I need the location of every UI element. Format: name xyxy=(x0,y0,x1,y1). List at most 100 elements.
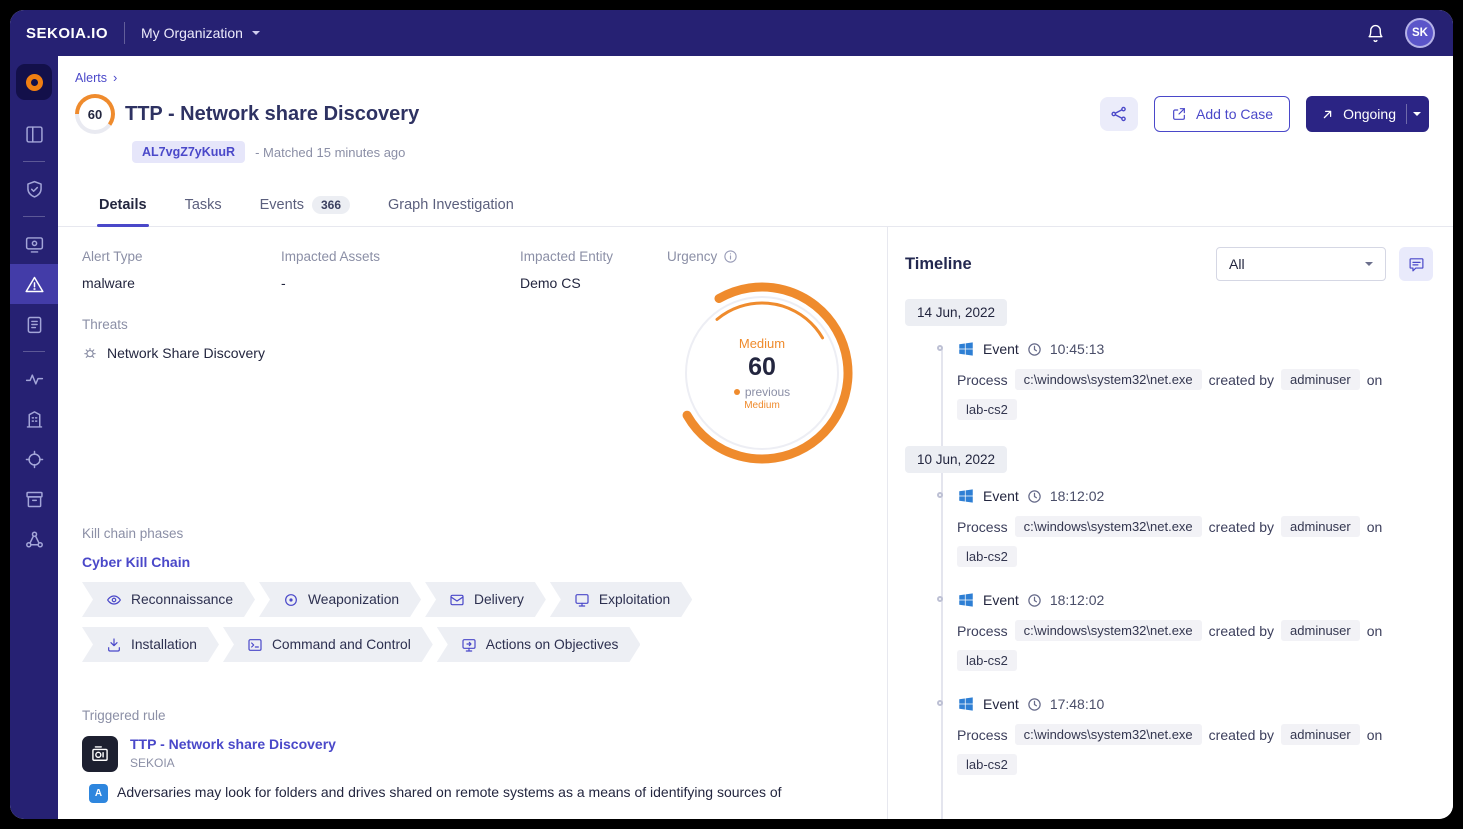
process-path-chip[interactable]: c:\windows\system32\net.exe xyxy=(1015,724,1202,745)
timeline-dot xyxy=(937,345,943,351)
status-label: Ongoing xyxy=(1343,106,1396,122)
timeline-filter-value: All xyxy=(1229,256,1245,272)
alert-id-badge[interactable]: AL7vgZ7yKuuR xyxy=(132,141,245,163)
org-selector[interactable]: My Organization xyxy=(141,25,260,41)
phase-chip-weaponization[interactable]: Weaponization xyxy=(259,582,421,617)
sidebar-item-cases[interactable] xyxy=(10,304,58,344)
sidebar-item-dashboard[interactable] xyxy=(10,114,58,154)
timeline-filter-select[interactable]: All xyxy=(1216,247,1386,281)
tab-details[interactable]: Details xyxy=(97,187,149,226)
rule-source: SEKOIA xyxy=(130,756,336,770)
phase-label: Delivery xyxy=(474,592,524,607)
breadcrumb-alerts-link[interactable]: Alerts xyxy=(75,71,107,85)
info-icon[interactable] xyxy=(723,249,738,264)
timeline-body: 14 Jun, 2022 Event 10:45:13 xyxy=(905,297,1433,775)
process-label: Process xyxy=(957,372,1008,388)
activity-pulse-icon xyxy=(24,369,45,390)
sidebar-item-organization[interactable] xyxy=(10,399,58,439)
chevron-down-icon[interactable] xyxy=(1413,112,1421,120)
phase-chip-installation[interactable]: Installation xyxy=(82,627,219,662)
event-label: Event xyxy=(983,488,1019,504)
process-label: Process xyxy=(957,623,1008,639)
status-button[interactable]: Ongoing xyxy=(1306,96,1429,132)
tab-tasks[interactable]: Tasks xyxy=(183,187,224,226)
tab-graph-investigation[interactable]: Graph Investigation xyxy=(386,187,516,226)
windows-icon xyxy=(957,591,975,609)
main-area: Alerts › 60 TTP - Network share Discover… xyxy=(58,56,1453,819)
malware-icon xyxy=(82,345,98,361)
windows-icon xyxy=(957,695,975,713)
topbar: SEKOIA.IO My Organization SK xyxy=(10,10,1453,56)
timeline-dot xyxy=(937,492,943,498)
graph-view-button[interactable] xyxy=(1100,97,1138,131)
phase-chip-actions-on-objectives[interactable]: Actions on Objectives xyxy=(437,627,641,662)
phase-chip-exploitation[interactable]: Exploitation xyxy=(550,582,692,617)
phase-label: Command and Control xyxy=(272,637,411,652)
rule-description: Adversaries may look for folders and dri… xyxy=(117,782,782,802)
phase-chip-reconnaissance[interactable]: Reconnaissance xyxy=(82,582,255,617)
chevron-down-icon xyxy=(252,31,260,39)
target-icon xyxy=(283,592,299,608)
date-chip: 10 Jun, 2022 xyxy=(905,446,1007,473)
sidebar-item-hunting[interactable] xyxy=(10,439,58,479)
sidebar-item-shield[interactable] xyxy=(10,169,58,209)
event-label: Event xyxy=(983,341,1019,357)
created-by-label: created by xyxy=(1209,727,1274,743)
process-path-chip[interactable]: c:\windows\system32\net.exe xyxy=(1015,620,1202,641)
user-chip[interactable]: adminuser xyxy=(1281,516,1360,537)
button-divider xyxy=(1406,104,1407,124)
on-label: on xyxy=(1367,727,1383,743)
alert-type-label: Alert Type xyxy=(82,249,281,264)
building-icon xyxy=(24,409,45,430)
killchain-name-link[interactable]: Cyber Kill Chain xyxy=(82,554,863,570)
archive-box-icon xyxy=(24,489,45,510)
on-label: on xyxy=(1367,623,1383,639)
sekoia-logo-icon[interactable] xyxy=(16,64,52,100)
clipboard-icon xyxy=(24,314,45,335)
add-to-case-button[interactable]: Add to Case xyxy=(1154,96,1290,132)
phase-chip-delivery[interactable]: Delivery xyxy=(425,582,546,617)
user-avatar[interactable]: SK xyxy=(1405,18,1435,48)
timeline-dot xyxy=(937,700,943,706)
timeline-event: Event 10:45:13 Process c:\windows\system… xyxy=(905,340,1433,420)
process-path-chip[interactable]: c:\windows\system32\net.exe xyxy=(1015,369,1202,390)
notifications-bell-icon[interactable] xyxy=(1366,24,1385,43)
process-path-chip[interactable]: c:\windows\system32\net.exe xyxy=(1015,516,1202,537)
phase-chip-command-and-control[interactable]: Command and Control xyxy=(223,627,433,662)
process-label: Process xyxy=(957,727,1008,743)
user-chip[interactable]: adminuser xyxy=(1281,369,1360,390)
download-icon xyxy=(106,637,122,653)
rule-title-link[interactable]: TTP - Network share Discovery xyxy=(130,736,336,752)
sidebar-item-operations[interactable] xyxy=(10,224,58,264)
alert-score-ring: 60 xyxy=(75,94,115,134)
sidebar-item-archive[interactable] xyxy=(10,479,58,519)
user-chip[interactable]: adminuser xyxy=(1281,620,1360,641)
dashboard-icon xyxy=(24,124,45,145)
screen-frame: SEKOIA.IO My Organization SK xyxy=(0,0,1463,829)
created-by-label: created by xyxy=(1209,519,1274,535)
host-chip[interactable]: lab-cs2 xyxy=(957,754,1017,775)
timeline-title: Timeline xyxy=(905,255,1216,274)
event-time: 10:45:13 xyxy=(1050,341,1105,357)
sidebar-item-community[interactable] xyxy=(10,519,58,559)
host-chip[interactable]: lab-cs2 xyxy=(957,650,1017,671)
sidebar-item-intelligence[interactable] xyxy=(10,359,58,399)
comments-button[interactable] xyxy=(1399,247,1433,281)
timeline-panel: Timeline All 14 Jun, 2022 xyxy=(888,227,1453,819)
impacted-entity-label: Impacted Entity xyxy=(520,249,667,264)
host-chip[interactable]: lab-cs2 xyxy=(957,399,1017,420)
sidebar-item-alerts[interactable] xyxy=(10,264,58,304)
page-header: Alerts › 60 TTP - Network share Discover… xyxy=(58,56,1453,163)
eye-icon xyxy=(106,592,122,608)
timeline-event: Event 17:48:10 Process c:\windows\system… xyxy=(905,695,1433,775)
user-chip[interactable]: adminuser xyxy=(1281,724,1360,745)
threat-item[interactable]: Network Share Discovery xyxy=(82,345,667,361)
windows-icon xyxy=(957,340,975,358)
brand-logo[interactable]: SEKOIA.IO xyxy=(26,25,108,42)
host-chip[interactable]: lab-cs2 xyxy=(957,546,1017,567)
clock-icon xyxy=(1027,342,1042,357)
phase-label: Weaponization xyxy=(308,592,399,607)
clock-icon xyxy=(1027,593,1042,608)
alert-triangle-icon xyxy=(24,274,45,295)
tab-events[interactable]: Events 366 xyxy=(258,187,352,226)
